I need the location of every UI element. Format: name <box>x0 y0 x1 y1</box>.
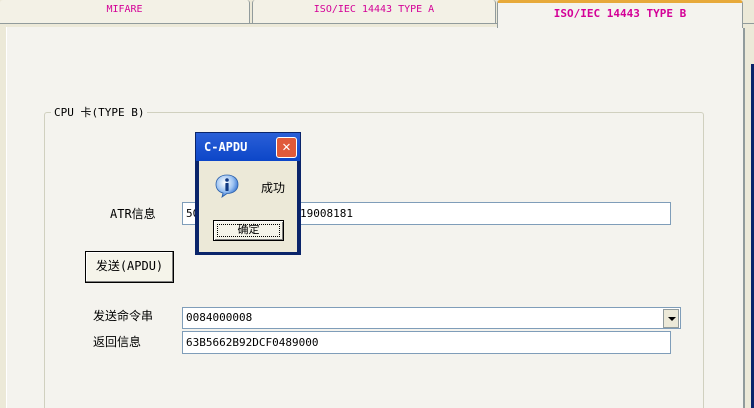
groupbox-title: CPU 卡(TYPE B) <box>51 104 148 120</box>
chevron-down-icon[interactable] <box>663 309 679 328</box>
tab-mifare[interactable]: MIFARE <box>0 0 250 24</box>
info-icon <box>215 174 239 198</box>
response-label: 返回信息 <box>93 335 142 349</box>
dialog-body: 成功 确定 <box>199 161 297 252</box>
atr-label: ATR信息 <box>110 207 156 221</box>
window-edge <box>743 24 754 408</box>
command-label: 发送命令串 <box>93 309 154 323</box>
send-apdu-button[interactable]: 发送(APDU) <box>85 251 174 283</box>
tab-divider <box>0 23 497 24</box>
close-icon[interactable]: ✕ <box>276 137 297 158</box>
response-value: 63B5662B92DCF0489000 <box>186 336 319 349</box>
tab-type-b[interactable]: ISO/IEC 14443 TYPE B <box>497 0 743 28</box>
response-field[interactable]: 63B5662B92DCF0489000 <box>182 331 671 354</box>
message-dialog: C-APDU ✕ 成功 确定 <box>195 132 301 255</box>
atr-value-right: 19008181 <box>300 207 353 220</box>
command-value: 0084000008 <box>186 311 253 324</box>
tab-type-a[interactable]: ISO/IEC 14443 TYPE A <box>252 0 496 24</box>
ok-button[interactable]: 确定 <box>213 220 284 241</box>
command-combo[interactable]: 0084000008 <box>182 307 681 329</box>
dialog-message: 成功 <box>261 181 286 195</box>
